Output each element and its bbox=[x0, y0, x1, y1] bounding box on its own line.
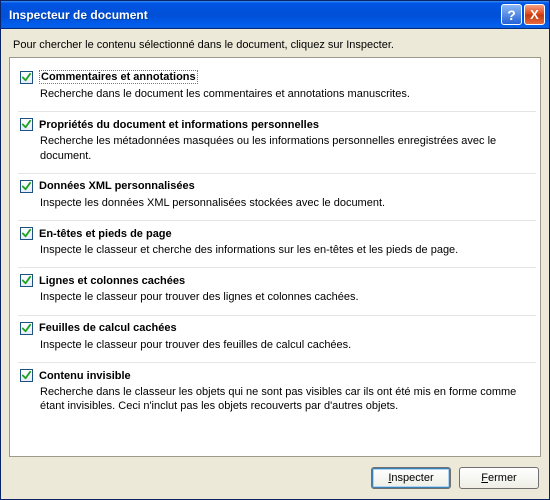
inspection-item-title[interactable]: Propriétés du document et informations p… bbox=[39, 119, 319, 131]
inspection-item-head: En-têtes et pieds de page bbox=[20, 227, 532, 240]
inspection-item-desc: Recherche dans le classeur les objets qu… bbox=[20, 384, 532, 414]
titlebar: Inspecteur de document ? X bbox=[1, 1, 549, 29]
inspection-item-title[interactable]: En-têtes et pieds de page bbox=[39, 228, 172, 240]
close-button-rest: ermer bbox=[488, 472, 517, 484]
inspection-item-title[interactable]: Feuilles de calcul cachées bbox=[39, 322, 177, 334]
dialog-window: Inspecteur de document ? X Pour chercher… bbox=[0, 0, 550, 500]
checkbox[interactable] bbox=[20, 322, 33, 335]
close-window-button[interactable]: X bbox=[524, 4, 545, 25]
inspection-item-desc: Inspecte le classeur pour trouver des fe… bbox=[20, 337, 532, 352]
checkbox[interactable] bbox=[20, 180, 33, 193]
inspection-item-head: Feuilles de calcul cachées bbox=[20, 322, 532, 335]
inspection-item: Données XML personnalisées Inspecte les d… bbox=[18, 174, 536, 221]
inspection-item: Contenu invisible Recherche dans le class… bbox=[18, 363, 536, 424]
inspection-item-title[interactable]: Contenu invisible bbox=[39, 370, 131, 382]
help-icon: ? bbox=[507, 7, 516, 23]
inspection-item-head: Données XML personnalisées bbox=[20, 180, 532, 193]
inspection-item-title[interactable]: Lignes et colonnes cachées bbox=[39, 275, 185, 287]
checkbox[interactable] bbox=[20, 369, 33, 382]
inspection-item-desc: Recherche les métadonnées masquées ou le… bbox=[20, 133, 532, 163]
inspection-item-head: Lignes et colonnes cachées bbox=[20, 274, 532, 287]
window-title: Inspecteur de document bbox=[9, 8, 501, 22]
inspection-item-head: Contenu invisible bbox=[20, 369, 532, 382]
inspection-item-desc: Recherche dans le document les commentai… bbox=[20, 86, 532, 101]
help-button[interactable]: ? bbox=[501, 4, 522, 25]
inspection-item-head: Propriétés du document et informations p… bbox=[20, 118, 532, 131]
inspection-item-title[interactable]: Commentaires et annotations bbox=[39, 70, 198, 84]
inspect-button-rest: nspecter bbox=[391, 472, 433, 484]
inspection-item: En-têtes et pieds de page Inspecte le cla… bbox=[18, 221, 536, 268]
checkbox[interactable] bbox=[20, 71, 33, 84]
checkbox[interactable] bbox=[20, 118, 33, 131]
inspection-item: Commentaires et annotations Recherche dan… bbox=[18, 64, 536, 112]
dialog-footer: Inspecter Fermer bbox=[1, 457, 549, 499]
close-button-accel: F bbox=[481, 472, 488, 484]
inspection-item-title[interactable]: Données XML personnalisées bbox=[39, 180, 195, 192]
titlebar-buttons: ? X bbox=[501, 4, 545, 25]
inspection-item: Lignes et colonnes cachées Inspecte le cl… bbox=[18, 268, 536, 315]
inspection-item-desc: Inspecte les données XML personnalisées … bbox=[20, 195, 532, 210]
close-button[interactable]: Fermer bbox=[459, 467, 539, 489]
inspection-list[interactable]: Commentaires et annotations Recherche dan… bbox=[10, 58, 540, 456]
close-icon: X bbox=[530, 7, 539, 22]
inspection-list-frame: Commentaires et annotations Recherche dan… bbox=[9, 57, 541, 457]
inspection-item: Feuilles de calcul cachées Inspecte le cl… bbox=[18, 316, 536, 363]
checkbox[interactable] bbox=[20, 274, 33, 287]
instruction-text: Pour chercher le contenu sélectionné dan… bbox=[1, 29, 549, 57]
inspection-item-desc: Inspecte le classeur pour trouver des li… bbox=[20, 289, 532, 304]
inspection-item-head: Commentaires et annotations bbox=[20, 70, 532, 84]
checkbox[interactable] bbox=[20, 227, 33, 240]
inspect-button[interactable]: Inspecter bbox=[371, 467, 451, 489]
inspection-item-desc: Inspecte le classeur et cherche des info… bbox=[20, 242, 532, 257]
inspection-item: Propriétés du document et informations p… bbox=[18, 112, 536, 174]
